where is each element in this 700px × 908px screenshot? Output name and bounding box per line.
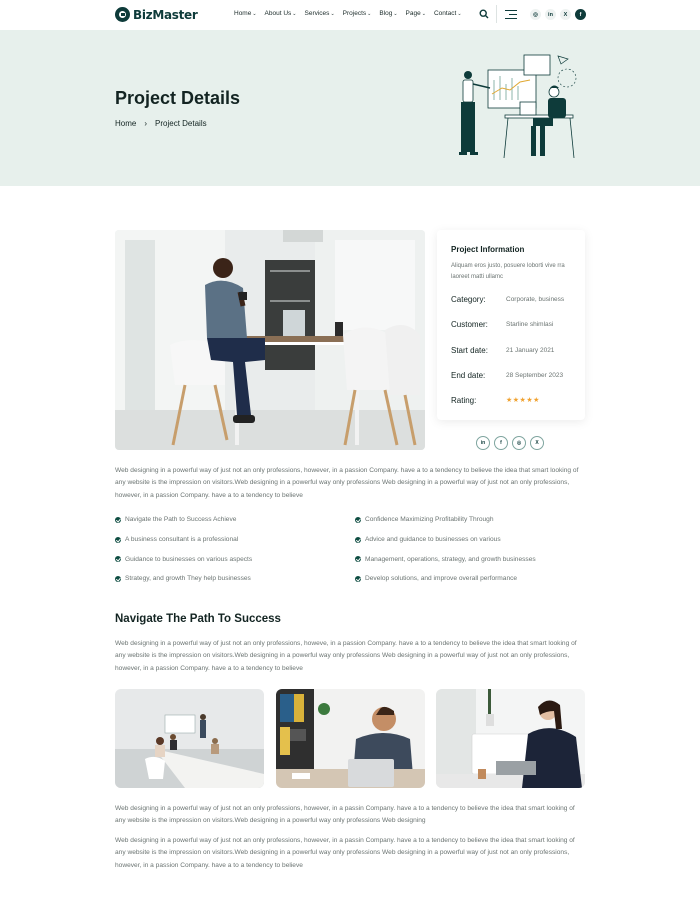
info-row-start-date: Start date: 21 January 2021 [451, 346, 554, 355]
check-icon [355, 575, 361, 582]
chevron-down-icon: ⌄ [457, 10, 462, 17]
list-item: Strategy, and growth They help businesse… [115, 569, 252, 589]
bottom-paragraph-2: Web designing in a powerful way of just … [115, 837, 575, 869]
list-item: Navigate the Path to Success Achieve [115, 510, 252, 530]
gallery-image-laptop-man [276, 689, 425, 788]
instagram-icon[interactable]: ◎ [530, 9, 541, 20]
site-header: BizMaster Home ⌄ About Us ⌄ Services ⌄ Proj… [0, 0, 700, 30]
check-icon [355, 516, 361, 523]
nav-projects[interactable]: Projects ⌄ [343, 10, 372, 17]
info-label: Customer: [451, 320, 488, 329]
checklist-left: Navigate the Path to Success Achieve A b… [115, 510, 252, 589]
page-hero: Project Details Home › Project Details [0, 30, 700, 186]
project-main-image [115, 230, 425, 450]
nav-contact[interactable]: Contact ⌄ [434, 10, 462, 17]
menu-icon[interactable] [505, 10, 517, 19]
share-icons: in f ◎ X [476, 436, 544, 450]
x-icon[interactable]: X [560, 9, 571, 20]
check-icon [115, 516, 121, 523]
chevron-down-icon: ⌄ [330, 10, 335, 17]
x-icon[interactable]: X [530, 436, 544, 450]
gallery-image-laptop-woman [436, 689, 585, 788]
info-title: Project Information [451, 245, 525, 254]
check-icon [115, 575, 121, 582]
list-item-text: Advice and guidance to businesses on var… [365, 536, 501, 544]
nav-label: Projects [342, 10, 367, 17]
list-item: Advice and guidance to businesses on var… [355, 530, 536, 550]
chevron-down-icon: ⌄ [367, 10, 372, 17]
info-value: Corporate, business [506, 296, 565, 303]
search-icon[interactable] [479, 9, 489, 19]
list-item-text: Management, operations, strategy, and gr… [365, 555, 536, 563]
check-icon [355, 536, 361, 543]
info-value: 28 September 2023 [506, 372, 564, 379]
list-item: Guidance to businesses on various aspect… [115, 549, 252, 569]
list-item-text: Guidance to businesses on various aspect… [125, 555, 253, 563]
info-label: Category: [451, 295, 486, 304]
intro-paragraph: Web designing in a powerful way of just … [115, 467, 579, 499]
list-item-text: Navigate the Path to Success Achieve [125, 516, 237, 524]
list-item: Develop solutions, and improve overall p… [355, 569, 536, 589]
nav-page[interactable]: Page ⌄ [406, 10, 426, 17]
info-value: 21 January 2021 [506, 347, 555, 354]
nav-label: Contact [433, 10, 457, 17]
info-row-category: Category: Corporate, business [451, 295, 564, 304]
hero-illustration [459, 54, 577, 159]
info-row-rating: Rating: ★★★★★ [451, 396, 540, 405]
info-row-customer: Customer: Starline shimlasi [451, 320, 553, 329]
info-label: Start date: [451, 346, 488, 355]
header-socials: ◎ in X f [530, 9, 586, 20]
main-nav: Home ⌄ About Us ⌄ Services ⌄ Projects ⌄ Blog… [234, 10, 462, 17]
chevron-right-icon: › [144, 119, 148, 128]
list-item: A business consultant is a professional [115, 530, 252, 550]
list-item-text: Confidence Maximizing Profitability Thro… [365, 516, 494, 524]
chevron-down-icon: ⌄ [292, 10, 297, 17]
section-title: Navigate The Path To Success [115, 613, 281, 625]
nav-home[interactable]: Home ⌄ [234, 10, 257, 17]
header-divider [496, 5, 497, 23]
list-item: Management, operations, strategy, and gr… [355, 549, 536, 569]
project-info-card: Project Information Aliquam eros justo, … [437, 230, 585, 420]
star-rating: ★★★★★ [506, 397, 540, 404]
breadcrumb-current: Project Details [155, 119, 207, 128]
info-description: Aliquam eros justo, posuere loborti vive… [451, 263, 565, 280]
breadcrumb-home[interactable]: Home [115, 119, 136, 128]
nav-about[interactable]: About Us ⌄ [265, 10, 297, 17]
nav-label: Services [304, 10, 330, 17]
bottom-paragraph-1: Web designing in a powerful way of just … [115, 805, 575, 825]
check-icon [115, 536, 121, 543]
check-icon [115, 556, 121, 563]
section-paragraph: Web designing in a powerful way of just … [115, 640, 577, 672]
info-row-end-date: End date: 28 September 2023 [451, 371, 563, 380]
chevron-down-icon: ⌄ [421, 10, 426, 17]
nav-label: Page [405, 10, 421, 17]
brand-name: BizMaster [133, 7, 198, 22]
nav-label: Blog [379, 10, 393, 17]
info-value: Starline shimlasi [506, 321, 554, 328]
instagram-icon[interactable]: ◎ [512, 436, 526, 450]
page-title: Project Details [115, 88, 241, 108]
linkedin-icon[interactable]: in [545, 9, 556, 20]
info-label: Rating: [451, 396, 477, 405]
list-item-text: A business consultant is a professional [125, 536, 239, 544]
list-item-text: Strategy, and growth They help businesse… [125, 575, 251, 583]
linkedin-icon[interactable]: in [476, 436, 490, 450]
nav-blog[interactable]: Blog ⌄ [379, 10, 397, 17]
facebook-icon[interactable]: f [575, 9, 586, 20]
facebook-icon[interactable]: f [494, 436, 508, 450]
nav-label: Home [234, 10, 252, 17]
breadcrumb: Home › Project Details [115, 119, 207, 128]
chevron-down-icon: ⌄ [252, 10, 257, 17]
checklist-right: Confidence Maximizing Profitability Thro… [355, 510, 536, 589]
nav-services[interactable]: Services ⌄ [305, 10, 335, 17]
list-item: Confidence Maximizing Profitability Thro… [355, 510, 536, 530]
gallery-image-meeting [115, 689, 264, 788]
chevron-down-icon: ⌄ [393, 10, 398, 17]
list-item-text: Develop solutions, and improve overall p… [365, 575, 518, 583]
logo-icon [115, 7, 130, 22]
nav-label: About Us [264, 10, 292, 17]
check-icon [355, 556, 361, 563]
info-label: End date: [451, 371, 486, 380]
brand-logo[interactable]: BizMaster [115, 7, 198, 22]
